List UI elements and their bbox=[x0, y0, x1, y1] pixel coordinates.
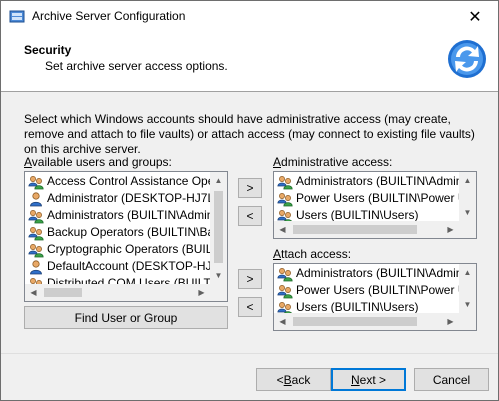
scroll-thumb[interactable] bbox=[44, 288, 82, 297]
scroll-right-icon[interactable]: ▶ bbox=[442, 221, 459, 238]
list-item-label: Power Users (BUILTIN\Power Us bbox=[296, 191, 459, 205]
admin-access-label: Administrative access: bbox=[273, 155, 393, 169]
title-bar[interactable]: Archive Server Configuration ✕ bbox=[1, 1, 498, 32]
group-icon bbox=[277, 267, 293, 281]
dialog-window: Archive Server Configuration ✕ Security … bbox=[0, 0, 499, 401]
group-icon bbox=[28, 209, 44, 223]
page-subtitle: Set archive server access options. bbox=[45, 59, 228, 73]
app-icon bbox=[9, 10, 25, 23]
group-icon bbox=[28, 226, 44, 240]
scroll-thumb[interactable] bbox=[214, 191, 223, 263]
attach-access-label: Attach access: bbox=[273, 247, 352, 261]
list-item[interactable]: Users (BUILTIN\Users) bbox=[275, 299, 459, 313]
list-item[interactable]: Administrators (BUILTIN\Administra bbox=[26, 207, 210, 224]
scroll-down-icon[interactable]: ▼ bbox=[210, 267, 227, 284]
list-item-label: Administrators (BUILTIN\Administra bbox=[47, 208, 210, 222]
list-item-label: Users (BUILTIN\Users) bbox=[296, 300, 419, 313]
attach-vertical-scrollbar[interactable]: ▲ ▼ bbox=[459, 264, 476, 313]
list-item-label: Distributed COM Users (BUILTIN\ bbox=[47, 276, 210, 284]
close-button[interactable]: ✕ bbox=[452, 1, 498, 32]
list-item-label: Administrator (DESKTOP-HJ7LMV bbox=[47, 191, 210, 205]
list-item[interactable]: Cryptographic Operators (BUILTIN bbox=[26, 241, 210, 258]
list-item[interactable]: Users (BUILTIN\Users) bbox=[275, 207, 459, 221]
scroll-down-icon[interactable]: ▼ bbox=[459, 204, 476, 221]
attach-access-list[interactable]: Administrators (BUILTIN\Administr Power U… bbox=[273, 263, 477, 331]
group-icon bbox=[277, 284, 293, 298]
scroll-left-icon[interactable]: ◀ bbox=[25, 284, 42, 301]
available-vertical-scrollbar[interactable]: ▲ ▼ bbox=[210, 172, 227, 284]
intro-text: Select which Windows accounts should hav… bbox=[24, 112, 475, 156]
cancel-button[interactable]: Cancel bbox=[414, 368, 489, 391]
scroll-corner bbox=[459, 221, 476, 238]
available-users-items: Access Control Assistance Operato Adminis… bbox=[26, 173, 210, 284]
attach-horizontal-scrollbar[interactable]: ◀ ▶ bbox=[274, 313, 459, 330]
attach-access-items: Administrators (BUILTIN\Administr Power U… bbox=[275, 265, 459, 313]
list-item-label: Administrators (BUILTIN\Administr bbox=[296, 174, 459, 188]
available-users-label: Available users and groups: bbox=[24, 155, 172, 169]
list-item[interactable]: Distributed COM Users (BUILTIN\ bbox=[26, 275, 210, 284]
admin-access-items: Administrators (BUILTIN\Administr Power U… bbox=[275, 173, 459, 221]
scroll-right-icon[interactable]: ▶ bbox=[442, 313, 459, 330]
footer-divider bbox=[1, 353, 498, 354]
scroll-corner bbox=[459, 313, 476, 330]
group-icon bbox=[277, 175, 293, 189]
list-item-label: Power Users (BUILTIN\Power Us bbox=[296, 283, 459, 297]
back-button[interactable]: < Back bbox=[256, 368, 331, 391]
scroll-thumb[interactable] bbox=[293, 225, 417, 234]
list-item[interactable]: Power Users (BUILTIN\Power Us bbox=[275, 282, 459, 299]
add-admin-button[interactable]: > bbox=[238, 178, 262, 198]
group-icon bbox=[277, 192, 293, 206]
wizard-header: Security Set archive server access optio… bbox=[1, 32, 498, 92]
admin-vertical-scrollbar[interactable]: ▲ ▼ bbox=[459, 172, 476, 221]
user-icon bbox=[30, 191, 42, 206]
scroll-up-icon[interactable]: ▲ bbox=[210, 172, 227, 189]
list-item[interactable]: Administrators (BUILTIN\Administr bbox=[275, 173, 459, 190]
scroll-left-icon[interactable]: ◀ bbox=[274, 313, 291, 330]
group-icon bbox=[277, 301, 293, 313]
close-icon: ✕ bbox=[468, 8, 482, 26]
find-user-or-group-button[interactable]: Find User or Group bbox=[24, 306, 228, 329]
refresh-arrows-icon bbox=[448, 40, 486, 78]
admin-horizontal-scrollbar[interactable]: ◀ ▶ bbox=[274, 221, 459, 238]
list-item[interactable]: Administrators (BUILTIN\Administr bbox=[275, 265, 459, 282]
available-users-list[interactable]: Access Control Assistance Operato Adminis… bbox=[24, 171, 228, 302]
scroll-left-icon[interactable]: ◀ bbox=[274, 221, 291, 238]
group-icon bbox=[28, 175, 44, 189]
available-horizontal-scrollbar[interactable]: ◀ ▶ bbox=[25, 284, 210, 301]
scroll-up-icon[interactable]: ▲ bbox=[459, 172, 476, 189]
window-title: Archive Server Configuration bbox=[32, 9, 186, 23]
list-item[interactable]: DefaultAccount (DESKTOP-HJ7LI bbox=[26, 258, 210, 275]
list-item[interactable]: Access Control Assistance Operato bbox=[26, 173, 210, 190]
scroll-up-icon[interactable]: ▲ bbox=[459, 264, 476, 281]
user-icon bbox=[30, 259, 42, 274]
admin-access-list[interactable]: Administrators (BUILTIN\Administr Power U… bbox=[273, 171, 477, 239]
list-item-label: Administrators (BUILTIN\Administr bbox=[296, 266, 459, 280]
list-item-label: Users (BUILTIN\Users) bbox=[296, 208, 419, 221]
group-icon bbox=[277, 209, 293, 221]
remove-admin-button[interactable]: < bbox=[238, 206, 262, 226]
page-title: Security bbox=[24, 43, 72, 57]
remove-attach-button[interactable]: < bbox=[238, 297, 262, 317]
list-item-label: Backup Operators (BUILTIN\Back bbox=[47, 225, 210, 239]
next-button[interactable]: Next > bbox=[331, 368, 406, 391]
group-icon bbox=[30, 277, 42, 284]
list-item-label: Cryptographic Operators (BUILTIN bbox=[47, 242, 210, 256]
list-item-label: Access Control Assistance Operato bbox=[47, 174, 210, 188]
list-item[interactable]: Administrator (DESKTOP-HJ7LMV bbox=[26, 190, 210, 207]
list-item[interactable]: Power Users (BUILTIN\Power Us bbox=[275, 190, 459, 207]
list-item-label: DefaultAccount (DESKTOP-HJ7LI bbox=[47, 259, 210, 273]
group-icon bbox=[28, 243, 44, 257]
scroll-thumb[interactable] bbox=[293, 317, 417, 326]
list-item[interactable]: Backup Operators (BUILTIN\Back bbox=[26, 224, 210, 241]
scroll-right-icon[interactable]: ▶ bbox=[193, 284, 210, 301]
scroll-corner bbox=[210, 284, 227, 301]
add-attach-button[interactable]: > bbox=[238, 269, 262, 289]
scroll-down-icon[interactable]: ▼ bbox=[459, 296, 476, 313]
